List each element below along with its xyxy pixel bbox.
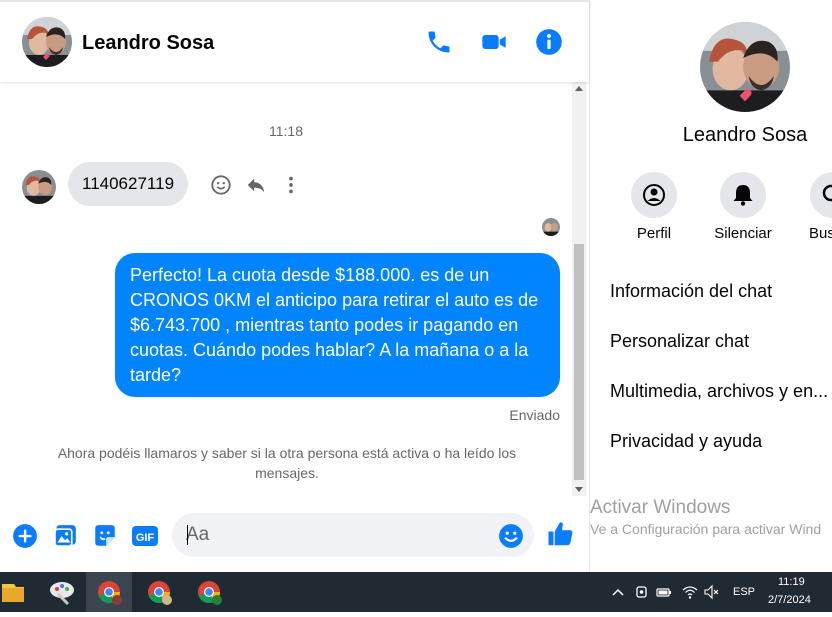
profile-button[interactable] bbox=[631, 172, 677, 218]
outgoing-message[interactable]: Perfecto! La cuota desde $188.000. es de… bbox=[115, 253, 560, 397]
chrome-window-1-icon[interactable] bbox=[86, 572, 132, 612]
mute-button[interactable] bbox=[720, 172, 766, 218]
scroll-thumb[interactable] bbox=[574, 244, 584, 480]
battery-icon[interactable] bbox=[656, 584, 672, 600]
video-icon[interactable] bbox=[480, 28, 510, 58]
menu-privacy-help[interactable]: Privacidad y ayuda bbox=[610, 431, 762, 452]
activate-windows-title: Activar Windows bbox=[590, 497, 731, 518]
message-list[interactable]: 11:18 1140627119 Perfecto! La cuota desd… bbox=[0, 82, 572, 502]
reply-icon[interactable] bbox=[245, 174, 267, 196]
contact-avatar[interactable] bbox=[22, 17, 72, 67]
profile-icon bbox=[643, 184, 665, 206]
meet-now-icon[interactable] bbox=[634, 584, 650, 600]
menu-media-files[interactable]: Multimedia, archivos y en... bbox=[610, 381, 828, 402]
menu-customize-chat[interactable]: Personalizar chat bbox=[610, 331, 749, 352]
bell-icon bbox=[733, 185, 753, 206]
text-caret bbox=[187, 525, 188, 545]
language-indicator[interactable]: ESP bbox=[733, 586, 755, 598]
scroll-up-arrow-icon[interactable] bbox=[575, 86, 583, 91]
info-contact-name: Leandro Sosa bbox=[682, 124, 808, 146]
emoji-icon[interactable] bbox=[498, 523, 524, 549]
file-explorer-icon[interactable] bbox=[0, 572, 40, 612]
messenger-app: Leandro Sosa 11:18 1140627119 Perfecto! … bbox=[0, 0, 832, 572]
chat-header: Leandro Sosa bbox=[0, 0, 589, 82]
svg-text:GIF: GIF bbox=[136, 532, 155, 544]
clock-time[interactable]: 11:19 bbox=[778, 576, 805, 588]
react-icon[interactable] bbox=[210, 174, 232, 196]
clock-date[interactable]: 2/7/2024 bbox=[768, 594, 811, 606]
search-label: Bus bbox=[809, 225, 832, 242]
profile-label: Perfil bbox=[636, 225, 672, 242]
sender-avatar[interactable] bbox=[22, 170, 56, 204]
chat-info-panel: Leandro Sosa Perfil Silenciar Bus Inform… bbox=[590, 0, 832, 572]
composer: GIF bbox=[0, 502, 589, 572]
sent-status: Enviado bbox=[509, 407, 560, 423]
incoming-message[interactable]: 1140627119 bbox=[68, 162, 189, 206]
contact-name[interactable]: Leandro Sosa bbox=[82, 32, 214, 55]
paint-app-icon[interactable] bbox=[40, 572, 86, 612]
more-icon[interactable] bbox=[280, 174, 302, 196]
search-button[interactable] bbox=[810, 172, 832, 218]
message-input[interactable] bbox=[186, 513, 496, 557]
message-timestamp: 11:18 bbox=[269, 123, 303, 139]
phone-icon[interactable] bbox=[425, 28, 455, 58]
chrome-window-2-icon[interactable] bbox=[136, 572, 182, 612]
sticker-icon[interactable] bbox=[92, 523, 118, 549]
wifi-icon[interactable] bbox=[682, 584, 698, 600]
show-hidden-icons-icon[interactable] bbox=[610, 584, 626, 600]
like-icon[interactable] bbox=[546, 519, 576, 549]
chrome-window-3-icon[interactable] bbox=[186, 572, 232, 612]
gallery-icon[interactable] bbox=[52, 523, 78, 549]
gif-icon[interactable]: GIF bbox=[131, 523, 159, 549]
volume-muted-icon[interactable] bbox=[704, 584, 720, 600]
scroll-down-arrow-icon[interactable] bbox=[575, 487, 583, 492]
windows-taskbar: ESP 11:19 2/7/2024 bbox=[0, 572, 832, 612]
mute-label: Silenciar bbox=[714, 225, 772, 242]
activate-windows-subtitle: Ve a Configuración para activar Wind bbox=[590, 521, 822, 537]
message-scrollbar[interactable] bbox=[572, 82, 586, 496]
call-notice: Ahora podéis llamaros y saber si la otra… bbox=[57, 445, 517, 481]
info-icon[interactable] bbox=[535, 28, 565, 58]
chat-pane: Leandro Sosa 11:18 1140627119 Perfecto! … bbox=[0, 0, 590, 572]
info-avatar[interactable] bbox=[700, 22, 790, 112]
message-input-box[interactable] bbox=[172, 513, 534, 557]
menu-chat-info[interactable]: Información del chat bbox=[610, 281, 772, 302]
search-icon bbox=[822, 184, 832, 202]
add-icon[interactable] bbox=[12, 523, 38, 549]
seen-avatar bbox=[542, 218, 560, 236]
